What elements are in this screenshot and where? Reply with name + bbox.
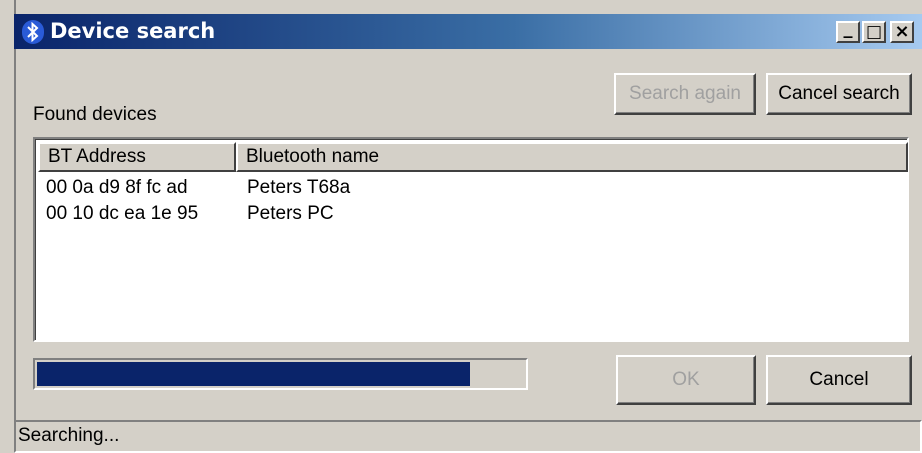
device-search-window: Device search _ □ × Search again Cancel …: [0, 0, 922, 453]
found-devices-label: Found devices: [33, 104, 157, 125]
status-text: Searching...: [18, 425, 120, 446]
column-header-bt-address[interactable]: BT Address: [38, 142, 236, 172]
maximize-icon: □: [865, 21, 883, 42]
maximize-button[interactable]: □: [862, 21, 886, 43]
list-item[interactable]: 00 0a d9 8f fc ad Peters T68a: [38, 177, 898, 203]
minimize-icon: _: [843, 18, 853, 39]
device-address: 00 0a d9 8f fc ad: [46, 177, 188, 198]
ok-button[interactable]: OK: [616, 355, 756, 405]
cancel-search-button[interactable]: Cancel search: [766, 73, 912, 115]
list-item[interactable]: 00 10 dc ea 1e 95 Peters PC: [38, 203, 898, 229]
close-button[interactable]: ×: [890, 21, 914, 43]
device-address: 00 10 dc ea 1e 95: [46, 203, 199, 224]
minimize-button[interactable]: _: [836, 18, 860, 43]
search-progress-bar: [33, 358, 528, 390]
device-list[interactable]: BT Address Bluetooth name 00 0a d9 8f fc…: [33, 137, 909, 342]
cancel-button[interactable]: Cancel: [766, 355, 912, 405]
progress-fill: [37, 362, 470, 386]
status-bar: Searching...: [14, 420, 922, 453]
device-name: Peters T68a: [247, 177, 351, 198]
close-icon: ×: [894, 21, 910, 42]
search-again-button[interactable]: Search again: [614, 73, 756, 115]
bluetooth-icon: [22, 20, 44, 44]
list-header: BT Address Bluetooth name: [38, 142, 908, 172]
title-bar[interactable]: Device search _ □ ×: [14, 14, 922, 49]
window-left-edge: [14, 0, 16, 453]
column-header-bluetooth-name[interactable]: Bluetooth name: [236, 142, 908, 172]
device-name: Peters PC: [247, 203, 334, 224]
window-title: Device search: [50, 19, 216, 43]
